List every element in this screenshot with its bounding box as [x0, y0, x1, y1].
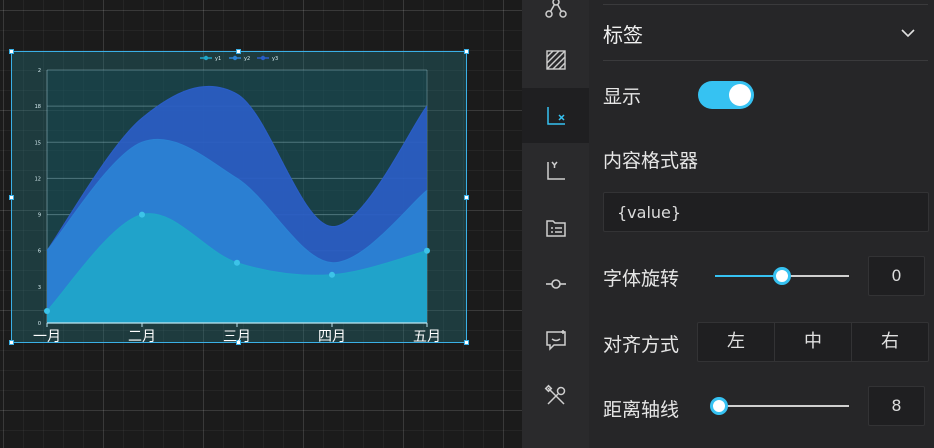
point-y1-3: [329, 271, 335, 278]
align-left-button[interactable]: 左: [698, 323, 774, 361]
show-toggle[interactable]: [698, 81, 754, 109]
y-tick-label: 15: [35, 140, 41, 146]
hatch-fill-icon: [545, 49, 566, 70]
point-y1-2: [234, 259, 240, 266]
toggle-knob: [729, 84, 751, 106]
tools-icon: [544, 384, 565, 405]
y-tick-label: 0: [38, 321, 41, 327]
distance-slider[interactable]: [710, 396, 849, 416]
formatter-label: 内容格式器: [603, 150, 699, 172]
x-tick-label: 五月: [413, 329, 441, 345]
rail-node-graph[interactable]: [522, 0, 589, 35]
editor-canvas[interactable]: 一月 二月 三月 四月 五月 0 3 6 9 12 15 18 2 y1 y2 y3: [0, 0, 522, 448]
y-tick-label: 18: [35, 104, 41, 110]
y-tick-label: 12: [35, 176, 41, 182]
y-tick-label: 9: [38, 213, 41, 219]
rail-tools[interactable]: [522, 368, 589, 423]
rotate-value-input[interactable]: 0: [868, 256, 925, 296]
formatter-input[interactable]: [603, 192, 929, 232]
align-right-button[interactable]: 右: [851, 323, 928, 361]
rail-hatch-fill[interactable]: [522, 32, 589, 87]
label-settings-panel: 标签 显示 内容格式器 字体旋转 0 对齐方式 左 中 右 距离轴线 8: [589, 0, 934, 448]
point-y1-1: [139, 211, 145, 218]
x-tick-label: 四月: [318, 329, 346, 345]
y-tick-label: 3: [38, 285, 41, 291]
y-tick-label: 2: [38, 68, 41, 74]
legend-marker-y2: [232, 55, 238, 61]
tooltip-icon: [545, 329, 566, 351]
rotate-label: 字体旋转: [603, 268, 680, 290]
legend-marker-y3: [260, 55, 266, 61]
y-tick-label: 6: [38, 249, 41, 255]
section-title: 标签: [603, 22, 643, 47]
label-section-header[interactable]: 标签: [603, 6, 928, 61]
slider-thumb[interactable]: [710, 397, 728, 415]
distance-label: 距离轴线: [603, 399, 680, 421]
align-center-button[interactable]: 中: [774, 323, 851, 361]
point-y1-4: [424, 247, 430, 254]
rail-data-point[interactable]: [522, 256, 589, 311]
distance-value-input[interactable]: 8: [868, 386, 925, 426]
slider-fill: [715, 275, 782, 277]
rail-tooltip[interactable]: [522, 312, 589, 367]
legend-label-y1: y1: [215, 56, 221, 62]
legend-marker-y1: [203, 55, 209, 61]
rail-x-axis[interactable]: [522, 88, 589, 143]
x-tick-label: 二月: [128, 329, 156, 345]
settings-icon-rail: [522, 0, 589, 448]
y-axis-icon: [546, 161, 565, 180]
x-tick-label: 一月: [33, 329, 61, 345]
node-graph-icon: [544, 0, 567, 18]
legend-label-y3: y3: [272, 56, 278, 62]
slider-thumb[interactable]: [773, 267, 791, 285]
rotate-slider[interactable]: [715, 266, 849, 286]
chevron-down-icon: [901, 29, 915, 38]
data-point-icon: [545, 278, 566, 289]
legend-label-y2: y2: [244, 56, 250, 62]
slider-track: [719, 405, 849, 407]
x-axis-icon: [546, 106, 565, 125]
divider: [603, 4, 928, 5]
area-chart: 一月 二月 三月 四月 五月 0 3 6 9 12 15 18 2 y1 y2 y3: [33, 55, 441, 345]
point-y1-0: [44, 307, 50, 314]
x-tick-label: 三月: [223, 329, 251, 345]
rail-legend[interactable]: [522, 200, 589, 255]
align-label: 对齐方式: [603, 334, 680, 356]
align-segmented-control: 左 中 右: [697, 322, 929, 362]
show-label: 显示: [603, 86, 642, 108]
legend-list-icon: [545, 219, 566, 237]
rail-y-axis[interactable]: [522, 143, 589, 198]
